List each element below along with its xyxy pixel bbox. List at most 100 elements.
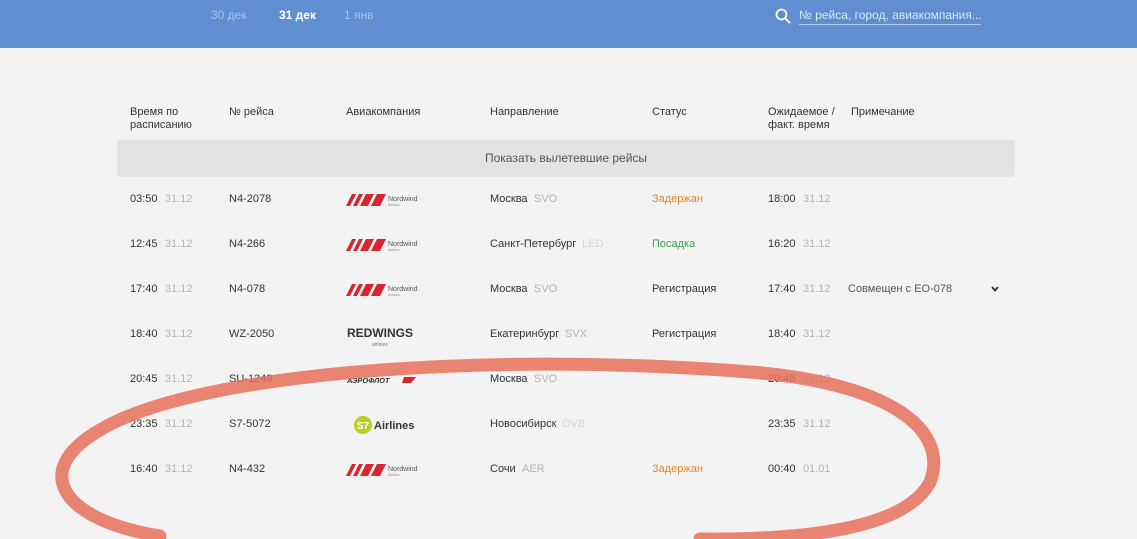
nordwind-logo: Nordwind Airlines [346, 464, 418, 477]
airport-code: LED [582, 238, 604, 250]
sched-time: 18:40 [130, 328, 158, 340]
chevron-down-icon[interactable] [990, 284, 1000, 294]
airport-code: AER [522, 463, 545, 475]
table-row[interactable]: 23:35 31.12 S7-5072 S7 Airlines Новосибирс… [0, 402, 1137, 447]
table-row[interactable]: 18:40 31.12 WZ-2050 REDWINGS airlines Екат… [0, 312, 1137, 357]
sched-date: 31.12 [165, 328, 193, 340]
airport-code: OVB [562, 418, 586, 430]
direction-city: Москва [490, 283, 528, 295]
tab-1-jan[interactable]: 1 янв [344, 8, 374, 22]
airline-logo: Nordwind Airlines [346, 222, 424, 267]
expected-time: 00:40 [768, 463, 796, 475]
airport-code: SVO [534, 283, 558, 295]
airline-logo: АЭРОФЛОТ [346, 357, 426, 402]
tab-30-dec[interactable]: 30 дек [211, 8, 247, 22]
expected-time: 18:00 [768, 193, 796, 205]
sched-date: 31.12 [165, 373, 193, 385]
top-bar: 30 дек 31 дек 1 янв [0, 0, 1137, 48]
status-label: Задержан [652, 193, 703, 205]
nordwind-logo-text: Nordwind [388, 466, 418, 473]
note-text: Совмещен с EO-078 [848, 283, 953, 295]
aeroflot-logo-text: АЭРОФЛОТ [346, 376, 391, 385]
nordwind-logo-sub: Airlines [388, 203, 400, 207]
nordwind-logo-text: Nordwind [388, 241, 418, 248]
expected-date: 31.12 [803, 418, 831, 430]
nordwind-logo-text: Nordwind [388, 196, 418, 203]
nordwind-logo-sub: Airlines [388, 248, 400, 252]
nordwind-logo: Nordwind Airlines [346, 284, 418, 297]
table-row[interactable]: 12:45 31.12 N4-266 Nordwind Airlines Санкт… [0, 222, 1137, 267]
flight-number: N4-2078 [229, 193, 272, 205]
flight-number: SU-1249 [229, 373, 273, 385]
col-header-airline: Авиакомпания [346, 106, 421, 118]
table-row[interactable]: 16:40 31.12 N4-432 Nordwind Airlines Сочи A… [0, 447, 1137, 492]
direction-city: Новосибирск [490, 418, 557, 430]
redwings-logo-sub: airlines [372, 342, 388, 348]
aeroflot-logo: АЭРОФЛОТ [346, 376, 416, 385]
expected-date: 31.12 [803, 193, 831, 205]
nordwind-logo-sub: Airlines [388, 473, 400, 477]
sched-time: 12:45 [130, 238, 158, 250]
direction-city: Санкт-Петербург [490, 238, 577, 250]
flight-number: N4-266 [229, 238, 266, 250]
flight-number: WZ-2050 [229, 328, 275, 340]
s7-logo: S7 Airlines [354, 416, 414, 434]
status-label: Задержан [652, 463, 703, 475]
col-header-note: Примечание [851, 106, 915, 118]
search-input[interactable] [799, 6, 981, 25]
redwings-logo-text: REDWINGS [347, 326, 413, 340]
sched-time: 23:35 [130, 418, 158, 430]
expected-date: 01.01 [803, 463, 831, 475]
airline-logo: Nordwind Airlines [346, 267, 424, 312]
expected-time: 16:20 [768, 238, 796, 250]
flight-number: N4-078 [229, 283, 266, 295]
table-row[interactable]: 17:40 31.12 N4-078 Nordwind Airlines Москв… [0, 267, 1137, 312]
col-header-expected: Ожидаемое / факт. время [768, 106, 835, 131]
expected-date: 31.12 [803, 373, 831, 385]
s7-logo-text: Airlines [374, 420, 414, 432]
col-header-direction: Направление [490, 106, 559, 118]
airport-code: SVO [534, 193, 558, 205]
s7-logo-badge: S7 [357, 421, 370, 432]
nordwind-logo: Nordwind Airlines [346, 239, 418, 252]
tab-31-dec[interactable]: 31 дек [279, 8, 316, 22]
expected-time: 20:45 [768, 373, 796, 385]
flight-number: N4-432 [229, 463, 266, 475]
sched-time: 20:45 [130, 373, 158, 385]
sched-date: 31.12 [165, 463, 193, 475]
expected-date: 31.12 [803, 283, 831, 295]
col-header-status: Статус [652, 106, 687, 118]
sched-time: 16:40 [130, 463, 158, 475]
status-label: Посадка [652, 238, 696, 250]
expected-time: 23:35 [768, 418, 796, 430]
airline-logo: Nordwind Airlines [346, 447, 424, 492]
direction-city: Москва [490, 193, 528, 205]
search-icon[interactable] [775, 8, 791, 24]
table-row[interactable]: 03:50 31.12 N4-2078 Nordwind Airlines Моск… [0, 177, 1137, 222]
direction-city: Сочи [490, 463, 516, 475]
sched-time: 03:50 [130, 193, 158, 205]
show-departed-button[interactable]: Показать вылетевшие рейсы [117, 140, 1015, 177]
airline-logo: Nordwind Airlines [346, 177, 424, 222]
flight-number: S7-5072 [229, 418, 271, 430]
sched-date: 31.12 [165, 418, 193, 430]
nordwind-logo-sub: Airlines [388, 293, 400, 297]
expected-time: 17:40 [768, 283, 796, 295]
expected-time: 18:40 [768, 328, 796, 340]
expected-date: 31.12 [803, 328, 831, 340]
sched-date: 31.12 [165, 283, 193, 295]
airline-logo: REDWINGS airlines [346, 312, 426, 357]
airport-code: SVX [565, 328, 588, 340]
col-header-sched-time: Время по расписанию [130, 106, 192, 131]
nordwind-logo: Nordwind Airlines [346, 194, 418, 207]
status-label: Регистрация [652, 283, 717, 295]
sched-date: 31.12 [165, 193, 193, 205]
sched-time: 17:40 [130, 283, 158, 295]
expected-date: 31.12 [803, 238, 831, 250]
sched-date: 31.12 [165, 238, 193, 250]
airline-logo: S7 Airlines [346, 402, 426, 447]
table-row[interactable]: 20:45 31.12 SU-1249 АЭРОФЛОТ Москва SVO 20:4… [0, 357, 1137, 402]
col-header-flight: № рейса [229, 106, 274, 118]
status-label: Регистрация [652, 328, 717, 340]
direction-city: Москва [490, 373, 528, 385]
